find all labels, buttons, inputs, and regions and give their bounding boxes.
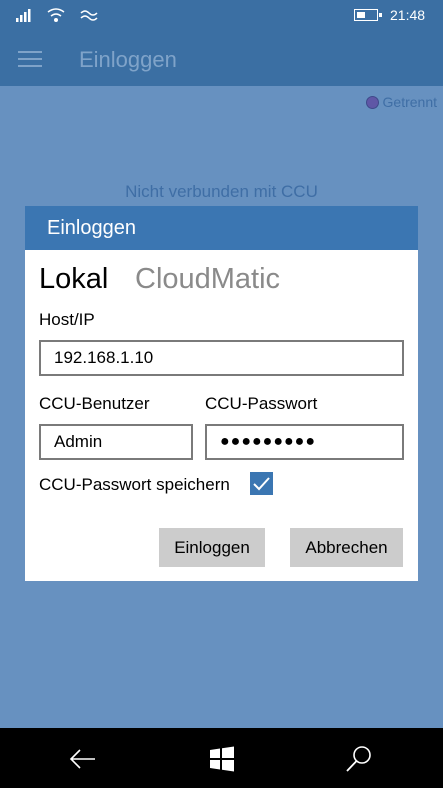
wifi-icon	[48, 8, 65, 22]
host-input[interactable]: 192.168.1.10	[39, 340, 404, 376]
tab-cloudmatic[interactable]: CloudMatic	[135, 263, 280, 296]
user-input[interactable]: Admin	[39, 424, 193, 460]
tab-lokal[interactable]: Lokal	[39, 263, 108, 296]
host-label: Host/IP	[39, 310, 95, 329]
status-dot-icon	[365, 96, 379, 109]
wifi-secondary-icon	[80, 10, 98, 21]
login-button[interactable]: Einloggen	[159, 528, 265, 567]
page-title: Einloggen	[79, 47, 177, 72]
status-bar: 21:48	[0, 0, 443, 30]
battery-icon	[354, 9, 382, 21]
user-label: CCU-Benutzer	[39, 394, 150, 413]
dialog-title: Einloggen	[25, 206, 418, 250]
save-password-checkbox[interactable]	[250, 472, 273, 495]
password-label: CCU-Passwort	[205, 394, 318, 413]
windows-icon[interactable]	[207, 744, 237, 774]
app-header: Einloggen	[0, 30, 443, 86]
not-connected-message: Nicht verbunden mit CCU	[125, 182, 318, 201]
back-icon[interactable]	[68, 744, 98, 774]
signal-icon	[16, 9, 31, 22]
login-dialog: Einloggen Lokal CloudMatic Host/IP 192.1…	[25, 206, 418, 581]
connection-status: Getrennt	[365, 94, 437, 110]
cancel-button[interactable]: Abbrechen	[290, 528, 403, 567]
save-password-label: CCU-Passwort speichern	[39, 475, 230, 494]
navigation-bar	[0, 728, 443, 788]
clock: 21:48	[390, 7, 426, 23]
search-icon[interactable]	[344, 744, 374, 774]
hamburger-icon[interactable]	[18, 51, 42, 67]
password-input[interactable]: ●●●●●●●●●	[205, 424, 404, 460]
checkmark-icon	[253, 477, 270, 491]
connection-status-label: Getrennt	[382, 94, 437, 110]
